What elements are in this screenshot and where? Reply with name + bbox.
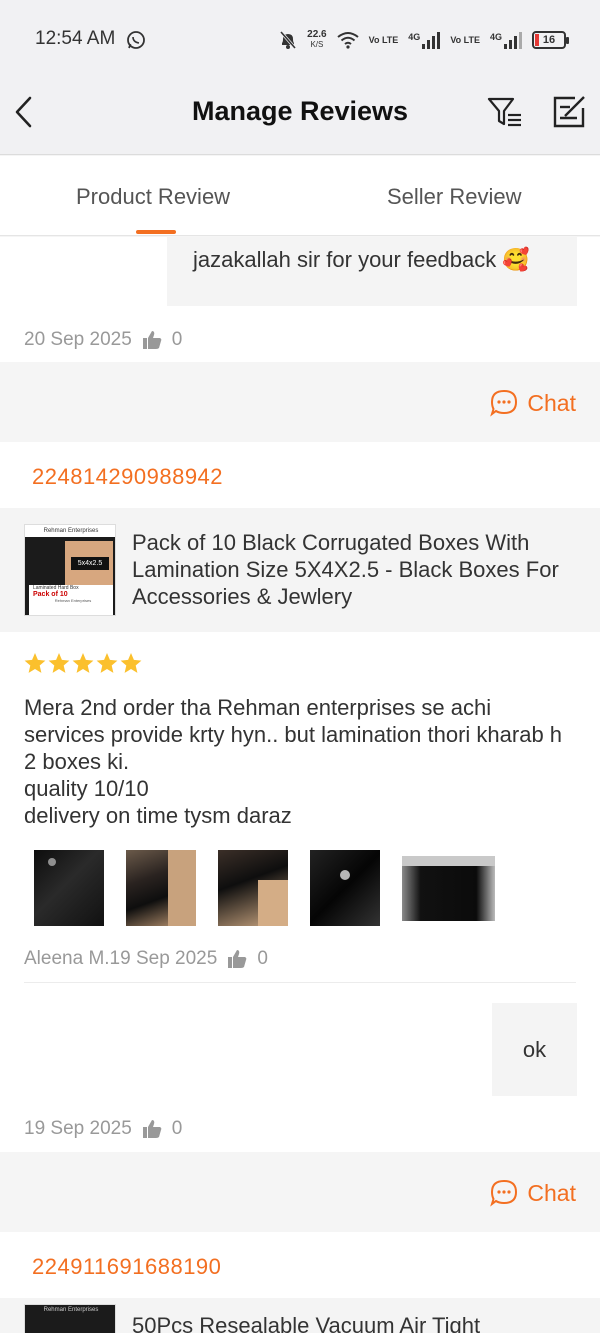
reply-like-count: 0 bbox=[171, 329, 183, 350]
product-title[interactable]: Pack of 10 Black Corrugated Boxes With L… bbox=[132, 529, 580, 610]
wifi-icon bbox=[337, 32, 359, 49]
product-thumbnail: Rehman Enterprises 5x4x2.5 Laminated Har… bbox=[24, 524, 116, 616]
rating-stars bbox=[24, 652, 142, 674]
order-id[interactable]: 224911691688190 bbox=[32, 1254, 221, 1280]
order-id[interactable]: 224814290988942 bbox=[32, 464, 223, 490]
status-icons: 22.6 K/S Vo LTE 4G Vo LTE 4G 16 bbox=[279, 27, 569, 53]
active-tab-indicator bbox=[136, 230, 176, 234]
sim2-signal-icon: 4G bbox=[490, 31, 522, 49]
review-photo[interactable] bbox=[126, 850, 196, 926]
reply-date: 20 Sep 2025 bbox=[24, 329, 132, 350]
chat-bubble-icon bbox=[490, 1179, 518, 1207]
review-card: 224911691688190 Rehman Enterprises 50Pcs… bbox=[0, 1232, 600, 1333]
like-icon[interactable] bbox=[142, 330, 162, 350]
review-text: Mera 2nd order tha Rehman enterprises se… bbox=[24, 695, 563, 828]
review-photo[interactable] bbox=[310, 850, 380, 926]
review-photo[interactable] bbox=[218, 850, 288, 926]
review-photo[interactable] bbox=[34, 850, 104, 926]
review-photos bbox=[34, 850, 495, 926]
review-like-count: 0 bbox=[257, 948, 268, 969]
star-icon bbox=[24, 653, 46, 673]
tab-seller-review[interactable]: Seller Review bbox=[387, 184, 522, 210]
sim2-label: Vo LTE bbox=[450, 34, 480, 45]
status-bar: 12:54 AM 22.6 K/S Vo LTE 4G Vo LTE 4G 16 bbox=[0, 0, 600, 78]
app-header: Manage Reviews bbox=[0, 78, 600, 155]
review-photo[interactable] bbox=[402, 855, 495, 921]
reply-card: jazakallah sir for your feedback 🥰 20 Se… bbox=[0, 237, 600, 362]
net-speed: 22.6 K/S bbox=[307, 29, 327, 50]
reviews-list[interactable]: jazakallah sir for your feedback 🥰 20 Se… bbox=[0, 237, 600, 1333]
product-thumbnail: Rehman Enterprises bbox=[24, 1304, 116, 1333]
star-icon bbox=[72, 653, 94, 673]
mute-bell-icon bbox=[280, 31, 297, 49]
star-icon bbox=[96, 653, 118, 673]
product-row[interactable]: Rehman Enterprises 5x4x2.5 Laminated Har… bbox=[0, 508, 600, 632]
sim1-label: Vo LTE bbox=[368, 34, 399, 45]
reviewer-date: Aleena M.19 Sep 2025 bbox=[24, 948, 218, 969]
product-title[interactable]: 50Pcs Resealable Vacuum Air Tight bbox=[132, 1312, 580, 1333]
like-icon[interactable] bbox=[142, 1119, 162, 1139]
star-icon bbox=[120, 653, 142, 673]
edit-note-icon[interactable] bbox=[551, 94, 587, 130]
back-arrow-icon[interactable] bbox=[10, 94, 40, 130]
battery-icon: 16 bbox=[532, 31, 569, 49]
like-icon[interactable] bbox=[227, 949, 247, 969]
chat-button[interactable]: Chat bbox=[489, 388, 576, 418]
review-meta: Aleena M.19 Sep 2025 0 bbox=[24, 948, 268, 970]
chat-bar: Chat bbox=[0, 362, 600, 442]
reply-date: 19 Sep 2025 bbox=[24, 1118, 132, 1139]
reply-like-count: 0 bbox=[171, 1118, 183, 1139]
chat-bubble-icon bbox=[490, 389, 518, 417]
product-row[interactable]: Rehman Enterprises 50Pcs Resealable Vacu… bbox=[0, 1298, 600, 1333]
reply-meta: 20 Sep 2025 0 bbox=[24, 329, 182, 351]
review-tabs: Product Review Seller Review bbox=[0, 156, 600, 236]
seller-reply-bubble: jazakallah sir for your feedback 🥰 bbox=[167, 237, 577, 306]
divider bbox=[24, 982, 576, 983]
review-card: 224814290988942 Rehman Enterprises 5x4x2… bbox=[0, 442, 600, 1152]
reply-meta: 19 Sep 2025 0 bbox=[24, 1118, 182, 1140]
chat-bar: Chat bbox=[0, 1152, 600, 1232]
whatsapp-icon bbox=[127, 31, 145, 49]
seller-reply-bubble: ok bbox=[492, 1003, 577, 1096]
status-time: 12:54 AM bbox=[35, 28, 116, 49]
star-icon bbox=[48, 653, 70, 673]
sim1-signal-icon: 4G bbox=[408, 31, 441, 49]
tab-product-review[interactable]: Product Review bbox=[76, 184, 230, 210]
filter-icon[interactable] bbox=[486, 94, 524, 130]
chat-button[interactable]: Chat bbox=[489, 1178, 576, 1208]
